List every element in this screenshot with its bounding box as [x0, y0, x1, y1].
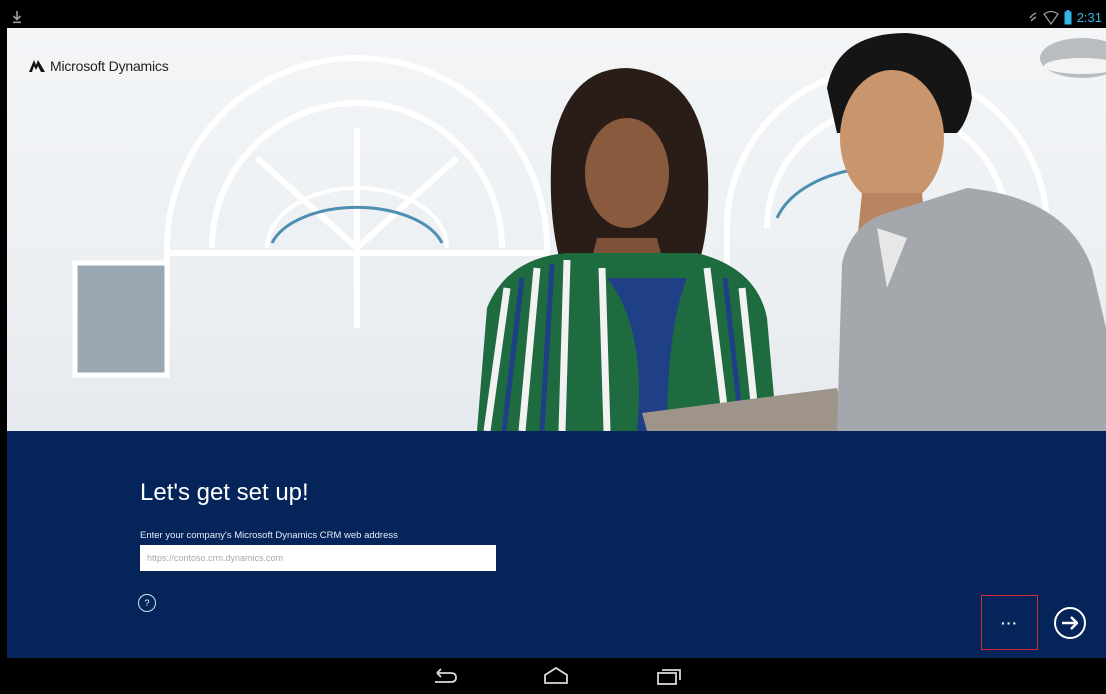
- signal-icon: [1029, 11, 1037, 21]
- dynamics-logo-icon: [29, 60, 45, 72]
- navigation-bar: [7, 658, 1106, 694]
- next-arrow-button[interactable]: [1053, 606, 1087, 640]
- microsoft-dynamics-logo: Microsoft Dynamics: [29, 58, 169, 74]
- arched-window-left: [164, 55, 550, 328]
- logo-text: Microsoft Dynamics: [50, 58, 169, 74]
- man-figure: [827, 33, 1106, 431]
- home-icon[interactable]: [542, 666, 570, 686]
- more-options-button[interactable]: ···: [981, 595, 1038, 650]
- hero-photo: [72, 33, 1106, 431]
- help-icon: ?: [144, 598, 150, 608]
- setup-panel: Let's get set up! Enter your company's M…: [7, 431, 1106, 658]
- crm-url-input[interactable]: [140, 545, 496, 571]
- battery-icon: [1064, 10, 1072, 25]
- download-icon: [12, 11, 22, 24]
- wifi-icon: [1042, 10, 1059, 25]
- ellipsis-icon: ···: [1001, 614, 1018, 631]
- setup-title: Let's get set up!: [140, 479, 309, 506]
- status-time: 2:31: [1076, 10, 1102, 25]
- hero-image: Microsoft Dynamics: [7, 28, 1106, 431]
- app-screen: 2:31 Microsoft Dynamics Let's get set up…: [7, 7, 1106, 694]
- recent-apps-icon[interactable]: [655, 666, 683, 686]
- wall-window: [72, 260, 170, 378]
- status-bar: 2:31: [7, 7, 1106, 28]
- woman-figure: [477, 68, 777, 431]
- back-icon[interactable]: [431, 666, 459, 686]
- status-icons: 2:31: [1028, 9, 1102, 26]
- help-button[interactable]: ?: [138, 594, 156, 612]
- url-field-label: Enter your company's Microsoft Dynamics …: [140, 530, 398, 541]
